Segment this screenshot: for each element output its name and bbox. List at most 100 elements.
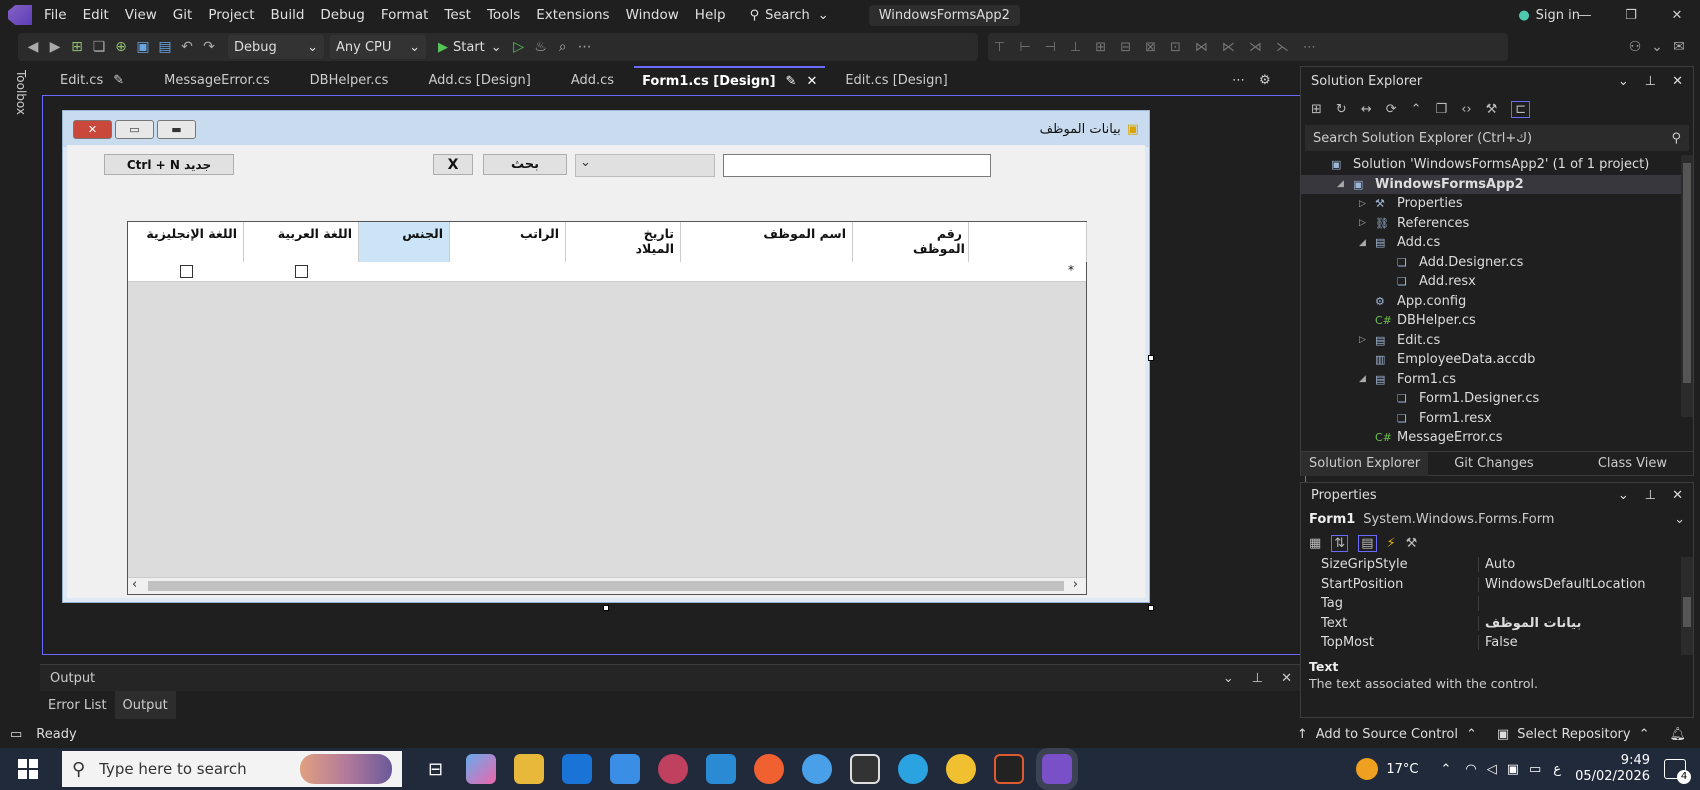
- feedback-icon[interactable]: ✉: [1668, 36, 1690, 58]
- property-row[interactable]: Text بيانات الموظف: [1321, 614, 1693, 634]
- grid-header-birthdate[interactable]: تاريخ الميلاد: [566, 222, 681, 262]
- properties-icon[interactable]: ▤: [1358, 534, 1377, 552]
- chevron-down-icon[interactable]: ⌄: [1223, 671, 1234, 686]
- store-icon[interactable]: [610, 754, 641, 784]
- scroll-right-icon[interactable]: ›: [1073, 577, 1078, 592]
- tree-scroll-thumb[interactable]: [1683, 163, 1691, 383]
- clear-button[interactable]: X: [433, 154, 473, 175]
- repository-button[interactable]: ▣ Select Repository ⌃: [1497, 727, 1650, 742]
- tab-solution-explorer[interactable]: Solution Explorer: [1301, 451, 1429, 476]
- property-value[interactable]: بيانات الموظف: [1479, 616, 1581, 631]
- tree-item[interactable]: ❏ Form1.Designer.cs: [1301, 389, 1681, 409]
- toolbox-strip[interactable]: Toolbox: [0, 64, 40, 664]
- search-button[interactable]: بحث: [483, 154, 567, 175]
- expander-icon[interactable]: ▷: [1359, 199, 1375, 209]
- tab-form1-cs-design[interactable]: Form1.cs [Design] ✎ ✕: [634, 66, 826, 94]
- english-checkbox[interactable]: [180, 265, 193, 278]
- tree-scrollbar[interactable]: [1681, 155, 1693, 417]
- expander-icon[interactable]: ◢: [1359, 238, 1375, 248]
- properties-scroll-thumb[interactable]: [1683, 597, 1691, 627]
- pin-icon[interactable]: ⊥: [1645, 74, 1656, 89]
- more-icon[interactable]: ⋯: [574, 36, 596, 58]
- tree-item[interactable]: C# MessageError.cs: [1301, 428, 1681, 448]
- chevron-down-icon[interactable]: ⌄: [1618, 74, 1629, 89]
- vs-logo-icon[interactable]: [8, 5, 32, 25]
- browse-icon[interactable]: ⌕: [552, 36, 574, 58]
- resize-handle-corner[interactable]: [1148, 605, 1154, 611]
- expander-icon[interactable]: ◢: [1359, 374, 1375, 384]
- more-tabs-icon[interactable]: ⋯: [1232, 73, 1245, 88]
- tree-item[interactable]: ❏ Add.resx: [1301, 272, 1681, 292]
- menu-item-format[interactable]: Format: [381, 7, 429, 23]
- property-row[interactable]: TopMost False: [1321, 633, 1693, 653]
- resize-handle-bottom[interactable]: [603, 605, 609, 611]
- property-row[interactable]: SizeGripStyle Auto: [1321, 555, 1693, 575]
- history-icon[interactable]: ↻: [1336, 102, 1347, 117]
- tree-item[interactable]: ▷ ▤ Edit.cs: [1301, 331, 1681, 351]
- menu-item-project[interactable]: Project: [208, 7, 254, 23]
- chevron-down-icon[interactable]: ⌄: [1646, 36, 1668, 58]
- property-row[interactable]: StartPosition WindowsDefaultLocation: [1321, 575, 1693, 595]
- close-icon[interactable]: ✕: [1672, 488, 1683, 503]
- tree-item[interactable]: ▷ ⛓ References: [1301, 214, 1681, 234]
- alphabetical-icon[interactable]: ⇅: [1331, 534, 1349, 552]
- pin-icon[interactable]: ✎: [786, 74, 797, 89]
- grid-header-arabic[interactable]: اللغة العربية: [244, 222, 359, 262]
- menu-item-extensions[interactable]: Extensions: [536, 7, 609, 23]
- employee-grid[interactable]: اللغة الإنجليزية اللغة العربية الجنس الر…: [127, 221, 1087, 595]
- telegram-icon[interactable]: [898, 754, 929, 784]
- undo-icon[interactable]: ↶: [176, 36, 198, 58]
- shield-icon[interactable]: [850, 754, 881, 784]
- tab-error-list[interactable]: Error List: [40, 691, 115, 719]
- config-dropdown[interactable]: Debug ⌄: [228, 35, 324, 59]
- tab-edit-cs[interactable]: Edit.cs ✎: [40, 66, 144, 94]
- sync-icon[interactable]: ↔: [1361, 102, 1372, 117]
- tree-item[interactable]: ❏ Add.Designer.cs: [1301, 253, 1681, 273]
- preview-icon[interactable]: ⊏: [1511, 100, 1531, 118]
- appstore-icon[interactable]: [802, 754, 833, 784]
- app-icon[interactable]: [658, 754, 689, 784]
- minimize-icon[interactable]: ▬: [157, 119, 196, 139]
- expander-icon[interactable]: ◢: [1337, 179, 1353, 189]
- save-icon[interactable]: ▣: [132, 36, 154, 58]
- categorized-icon[interactable]: ▦: [1309, 536, 1321, 551]
- menu-item-test[interactable]: Test: [444, 7, 471, 23]
- open-icon[interactable]: ⊕: [110, 36, 132, 58]
- menu-item-window[interactable]: Window: [626, 7, 679, 23]
- visual-studio-icon[interactable]: [1036, 748, 1079, 790]
- property-value[interactable]: WindowsDefaultLocation: [1479, 577, 1646, 592]
- switch-views-icon[interactable]: ⊞: [1311, 102, 1322, 117]
- pin-icon[interactable]: ✎: [113, 73, 124, 88]
- menu-item-edit[interactable]: Edit: [83, 7, 109, 23]
- events-icon[interactable]: ⚡: [1387, 536, 1396, 551]
- redo-icon[interactable]: ↷: [198, 36, 220, 58]
- show-all-icon[interactable]: ❐: [1436, 102, 1448, 117]
- camera-icon[interactable]: ▣: [1507, 762, 1519, 777]
- volume-icon[interactable]: ◁: [1487, 762, 1497, 777]
- menu-item-view[interactable]: View: [125, 7, 157, 23]
- brave-icon[interactable]: [754, 754, 785, 784]
- back-icon[interactable]: ◀: [22, 36, 44, 58]
- tree-item[interactable]: ❏ Form1.resx: [1301, 409, 1681, 429]
- scroll-left-icon[interactable]: ‹: [132, 577, 137, 592]
- close-icon[interactable]: ✕: [806, 74, 817, 89]
- horizontal-scrollbar[interactable]: ‹ ›: [128, 577, 1086, 594]
- property-pages-icon[interactable]: ⚒: [1406, 536, 1418, 551]
- close-icon[interactable]: ✕: [73, 119, 112, 139]
- platform-dropdown[interactable]: Any CPU ⌄: [330, 35, 426, 59]
- tree-item[interactable]: ◢ ▤ Add.cs: [1301, 233, 1681, 253]
- properties-object-selector[interactable]: Form1 System.Windows.Forms.Form ⌄: [1301, 507, 1693, 531]
- outlook-icon[interactable]: [562, 754, 593, 784]
- tab-class-view[interactable]: Class View: [1572, 452, 1693, 476]
- scroll-thumb[interactable]: [148, 581, 1064, 591]
- tab-messageerror-cs[interactable]: MessageError.cs: [144, 66, 290, 94]
- search-field-combo[interactable]: ⌄: [575, 154, 715, 177]
- close-icon[interactable]: ✕: [1654, 8, 1700, 23]
- properties-scrollbar[interactable]: [1681, 557, 1693, 655]
- menu-item-debug[interactable]: Debug: [320, 7, 364, 23]
- weather-icon[interactable]: [1356, 758, 1379, 780]
- form-window[interactable]: ✕ ▭ ▬ بيانات الموظف ▣ Ctrl + N جديد X بح…: [62, 110, 1150, 603]
- task-view-icon[interactable]: ⊟: [428, 759, 443, 780]
- new-file-icon[interactable]: ❏: [88, 36, 110, 58]
- code-icon[interactable]: ‹›: [1461, 102, 1471, 117]
